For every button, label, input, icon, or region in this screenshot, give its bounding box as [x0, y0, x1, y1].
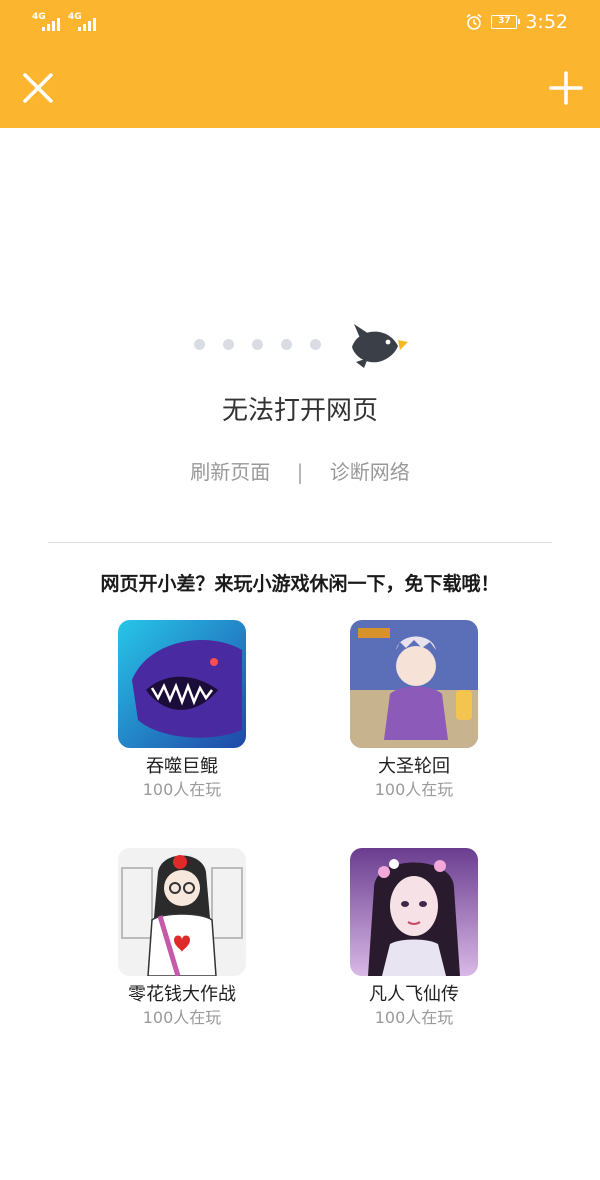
game-players: 100人在玩 [142, 780, 222, 799]
game-card[interactable]: 凡人飞仙传 100人在玩 [329, 848, 499, 1028]
error-actions: 刷新页面 | 诊断网络 [0, 456, 600, 485]
close-icon [23, 73, 53, 103]
divider [48, 542, 552, 543]
game-card[interactable]: 大圣轮回 100人在玩 [329, 620, 499, 800]
diagnose-network-link[interactable]: 诊断网络 [330, 460, 410, 484]
signal-icon: 4G [68, 13, 98, 33]
close-button[interactable] [20, 70, 56, 106]
signal-icon: 4G [32, 13, 62, 33]
refresh-page-link[interactable]: 刷新页面 [190, 460, 270, 484]
game-thumbnail [118, 848, 246, 976]
game-name: 凡人飞仙传 [369, 984, 459, 1005]
battery-level: 37 [498, 16, 511, 26]
game-thumbnail [350, 848, 478, 976]
game-thumbnail [350, 620, 478, 748]
game-card[interactable]: 零花钱大作战 100人在玩 [97, 848, 267, 1028]
bird-icon [346, 320, 410, 374]
loading-dots [194, 339, 321, 350]
plus-icon [549, 71, 583, 105]
battery-icon: 37 [491, 15, 521, 29]
top-bar: 4G 4G 37 3:52 [0, 0, 600, 128]
game-card[interactable]: 吞噬巨鲲 100人在玩 [97, 620, 267, 800]
game-players: 100人在玩 [142, 1008, 222, 1027]
status-bar-right: 37 3:52 [465, 10, 568, 34]
game-name: 吞噬巨鲲 [146, 756, 218, 777]
game-thumbnail [118, 620, 246, 748]
status-time: 3:52 [525, 11, 568, 33]
game-players: 100人在玩 [374, 1008, 454, 1027]
game-name: 零花钱大作战 [128, 984, 236, 1005]
promo-text: 网页开小差？来玩小游戏休闲一下，免下载哦！ [100, 573, 500, 595]
separator: | [296, 460, 304, 484]
error-title: 无法打开网页 [221, 396, 378, 426]
game-name: 大圣轮回 [378, 756, 450, 777]
add-button[interactable] [548, 70, 584, 106]
alarm-icon [465, 13, 483, 31]
game-players: 100人在玩 [374, 780, 454, 799]
status-bar-left: 4G 4G [32, 12, 98, 34]
